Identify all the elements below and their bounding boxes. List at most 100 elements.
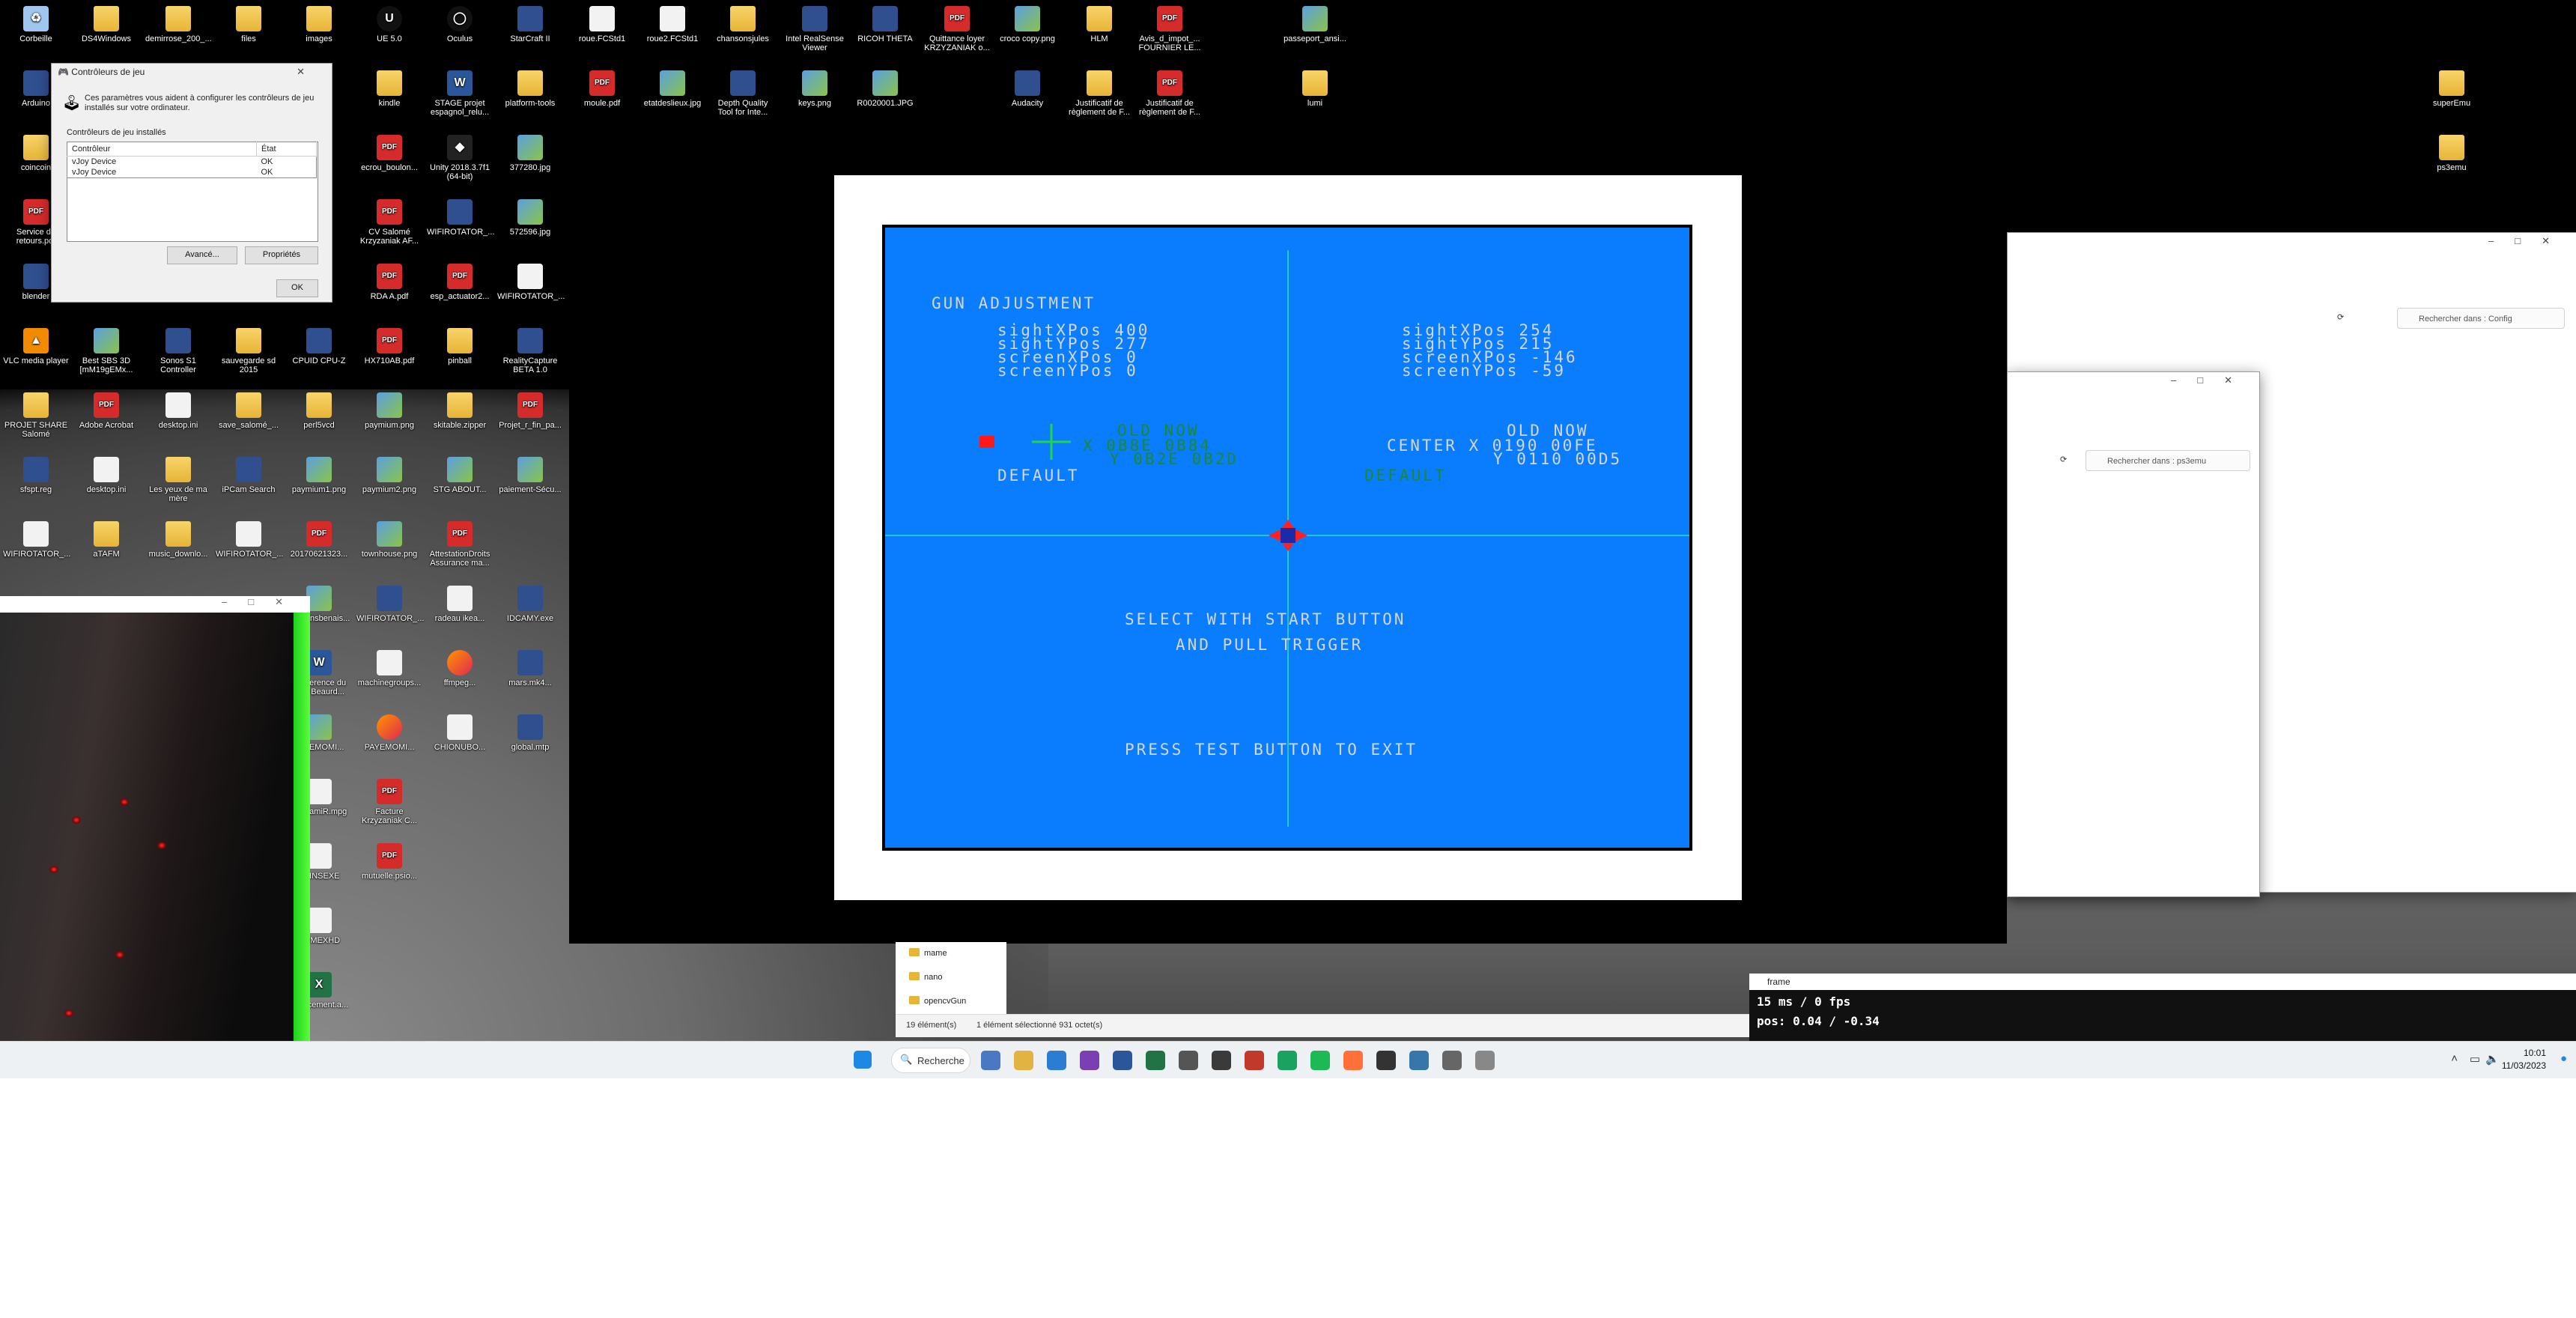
refresh-icon[interactable]: ⟳ xyxy=(2060,455,2067,464)
controller-name[interactable]: vJoy Device xyxy=(67,167,257,178)
desktop-icon[interactable]: PDF esp_actuator2... xyxy=(427,261,493,324)
desktop-icon[interactable]: chansonsjules xyxy=(710,3,776,66)
desktop-icon[interactable]: Intel RealSense Viewer xyxy=(782,3,848,66)
window-titlebar[interactable]: –□✕ xyxy=(2008,233,2576,249)
visual-studio-icon[interactable] xyxy=(1080,1051,1099,1070)
desktop-icon[interactable]: skitable.zipper xyxy=(427,389,493,452)
desktop-icon[interactable]: desktop.ini xyxy=(73,454,139,517)
controllers-table[interactable]: Contrôleur État vJoy Device OK vJoy Devi… xyxy=(67,142,317,178)
desktop-icon[interactable]: Sonos S1 Controller xyxy=(145,325,211,388)
excel-icon[interactable] xyxy=(1146,1051,1165,1070)
desktop-icon[interactable]: WIFIROTATOR_... xyxy=(356,583,424,646)
desktop-icon[interactable]: Justificatif de règlement de F... xyxy=(1066,67,1132,130)
table-row[interactable]: vJoy Device OK xyxy=(67,167,317,178)
refresh-icon[interactable]: ⟳ xyxy=(2337,312,2344,322)
desktop-icon[interactable]: CHIONUBO... xyxy=(427,711,493,774)
camera-icon[interactable] xyxy=(1442,1051,1462,1070)
desktop-icon[interactable]: PDF HX710AB.pdf xyxy=(356,325,422,388)
desktop-icon[interactable]: WIFIROTATOR_... xyxy=(497,261,565,324)
desktop-icon[interactable]: save_salomé_... xyxy=(216,389,282,452)
desktop-icon[interactable]: WIFIROTATOR_... xyxy=(3,518,70,581)
desktop-icon[interactable]: HLM xyxy=(1066,3,1132,66)
desktop-icon[interactable]: PDF mutuelle.psio... xyxy=(356,840,422,903)
volume-icon[interactable]: 🔈 xyxy=(2485,1052,2500,1066)
desktop-icon[interactable]: perl5vcd xyxy=(286,389,352,452)
desktop-icon[interactable]: images xyxy=(286,3,352,66)
game-controllers-dialog[interactable]: 🎮 Contrôleurs de jeu ✕ 🕹 Ces paramètres … xyxy=(51,63,332,303)
chrome-icon[interactable] xyxy=(1278,1051,1297,1070)
notification-icon[interactable]: ● xyxy=(2560,1052,2567,1065)
desktop-icon[interactable]: PDF Projet_r_fin_pa... xyxy=(497,389,563,452)
desktop-icon[interactable]: PDF Adobe Acrobat xyxy=(73,389,139,452)
terminal-icon[interactable] xyxy=(1376,1051,1396,1070)
firefox-icon[interactable] xyxy=(1343,1051,1363,1070)
search-input[interactable]: Rechercher dans : Config xyxy=(2397,308,2565,329)
column-header-status[interactable]: État xyxy=(256,142,317,157)
window-titlebar[interactable]: –□✕ xyxy=(2008,372,2259,389)
taskbar-clock[interactable]: 10:01 11/03/2023 xyxy=(2502,1047,2546,1072)
column-header-controller[interactable]: Contrôleur xyxy=(67,142,257,157)
desktop-icon[interactable]: desktop.ini xyxy=(145,389,211,452)
desktop-icon[interactable]: superEmu xyxy=(2419,67,2485,130)
desktop-icon[interactable]: PDF ecrou_boulon... xyxy=(356,132,422,195)
desktop-icon[interactable]: STG ABOUT... xyxy=(427,454,493,517)
desktop-icon[interactable]: roue.FCStd1 xyxy=(569,3,635,66)
desktop-icon[interactable]: kindle xyxy=(356,67,422,130)
desktop-icon[interactable]: PAYEMOMI... xyxy=(356,711,422,774)
desktop-icon[interactable]: aTAFM xyxy=(73,518,139,581)
desktop-icon[interactable]: paymium2.png xyxy=(356,454,422,517)
obs-icon[interactable] xyxy=(1212,1051,1231,1070)
desktop-icon[interactable]: Best SBS 3D [mM19gEMx... xyxy=(73,325,139,388)
desktop-icon[interactable]: PDF 20170621323... xyxy=(286,518,352,581)
dialog-titlebar[interactable]: 🎮 Contrôleurs de jeu ✕ xyxy=(52,64,332,80)
misc-icon[interactable] xyxy=(1475,1051,1495,1070)
desktop-icon[interactable]: etatdeslieux.jpg xyxy=(640,67,705,130)
table-row[interactable]: vJoy Device OK xyxy=(67,157,317,168)
desktop-icon[interactable]: IDCAMY.exe xyxy=(497,583,563,646)
desktop-icon[interactable]: Depth Quality Tool for Inte... xyxy=(710,67,776,130)
desktop-icon[interactable]: iPCam Search xyxy=(216,454,282,517)
desktop-icon[interactable]: PDF moule.pdf xyxy=(569,67,635,130)
desktop-icon[interactable]: passeport_ansi... xyxy=(1282,3,1348,66)
properties-button[interactable]: Propriétés xyxy=(245,246,318,264)
desktop-icon[interactable]: PDF Facture Krzyzaniak C... xyxy=(356,776,422,839)
desktop-icon[interactable]: files xyxy=(216,3,282,66)
desktop-icon[interactable]: lumi xyxy=(1282,67,1348,130)
spotify-icon[interactable] xyxy=(1310,1051,1330,1070)
desktop-icon[interactable]: croco copy.png xyxy=(994,3,1060,66)
settings-icon[interactable] xyxy=(1179,1051,1198,1070)
python-icon[interactable] xyxy=(1409,1051,1429,1070)
desktop-icon[interactable]: ps3emu xyxy=(2419,132,2485,195)
file-explorer-icon[interactable] xyxy=(1014,1051,1033,1070)
camera-window[interactable]: –□✕ xyxy=(0,596,310,1041)
window-controls[interactable]: –□✕ xyxy=(222,596,304,608)
desktop-icon[interactable]: ffmpeg... xyxy=(427,647,493,710)
ok-button[interactable]: OK xyxy=(276,279,318,297)
desktop-icon[interactable]: sauvegarde sd 2015 xyxy=(216,325,282,388)
desktop-icon[interactable]: R0020001.JPG xyxy=(852,67,918,130)
desktop-icon[interactable]: 377280.jpg xyxy=(497,132,563,195)
desktop-icon[interactable]: PDF RDA A.pdf xyxy=(356,261,422,324)
desktop-icon[interactable]: U UE 5.0 xyxy=(356,3,422,66)
window-controls[interactable]: –□✕ xyxy=(2488,233,2571,249)
desktop-icon[interactable]: Les yeux de ma mère xyxy=(145,454,211,517)
desktop-icon[interactable]: PDF AttestationDroits Assurance ma... xyxy=(427,518,493,581)
network-icon[interactable]: ▭ xyxy=(2470,1052,2480,1066)
desktop-icon[interactable]: DS4Windows xyxy=(73,3,139,66)
task-view-icon[interactable] xyxy=(981,1051,1000,1070)
desktop-icon[interactable]: paiement-Sécu... xyxy=(497,454,563,517)
start-icon[interactable] xyxy=(854,1051,872,1069)
desktop-icon[interactable]: roue2.FCStd1 xyxy=(640,3,705,66)
desktop-icon[interactable]: mars.mk4... xyxy=(497,647,563,710)
desktop-icon[interactable]: WIFIROTATOR_... xyxy=(427,196,494,259)
word-icon[interactable] xyxy=(1113,1051,1132,1070)
desktop-icon[interactable]: PDF Justificatif de règlement de F... xyxy=(1137,67,1203,130)
window-controls[interactable]: –□✕ xyxy=(2171,372,2253,389)
desktop-icon[interactable]: demirrose_200_... xyxy=(145,3,212,66)
close-icon[interactable]: ✕ xyxy=(297,64,326,80)
gun-adjustment-screen[interactable]: GUN ADJUSTMENT sightXPos 400 sightYPos 2… xyxy=(882,225,1692,851)
desktop-icon[interactable]: RealityCapture BETA 1.0 xyxy=(497,325,563,388)
app-icon[interactable] xyxy=(1245,1051,1264,1070)
frame-window[interactable]: frame 15 ms / 0 fps pos: 0.04 / -0.34 xyxy=(1749,974,2576,1041)
desktop-icon[interactable]: StarCraft II xyxy=(497,3,563,66)
